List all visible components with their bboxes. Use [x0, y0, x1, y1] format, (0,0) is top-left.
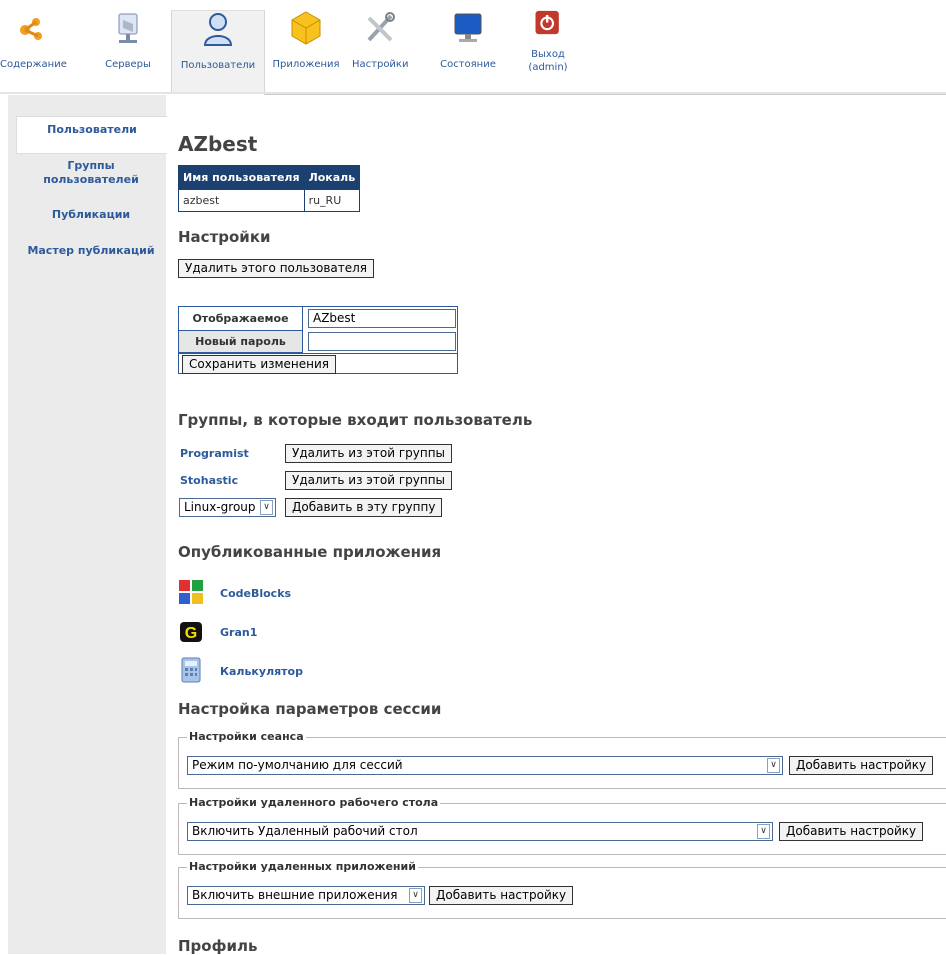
column-header-username: Имя пользователя [178, 165, 305, 190]
session-settings-heading: Настройка параметров сессии [178, 700, 442, 718]
remote-desktop-select[interactable]: Включить Удаленный рабочий стол ∨ [187, 822, 773, 841]
nav-settings[interactable]: Настройки [352, 10, 408, 92]
chevron-down-icon: ∨ [260, 500, 273, 515]
display-name-label: Отображаемое имя [179, 307, 303, 349]
user-settings-form: Отображаемое имя AZbest Новый пароль Сох… [178, 306, 458, 374]
sidebar-item-publications[interactable]: Публикации [16, 208, 166, 222]
logout-user: (admin) [528, 62, 568, 73]
remove-from-group-button[interactable]: Удалить из этой группы [285, 471, 453, 490]
gran-icon: G [180, 622, 202, 642]
nav-content[interactable]: Содержание [0, 10, 67, 92]
display-name-field[interactable]: AZbest [308, 309, 456, 328]
app-name: Калькулятор [220, 665, 303, 678]
form-divider [179, 353, 457, 354]
published-apps-heading: Опубликованные приложения [178, 543, 442, 561]
save-button[interactable]: Сохранить изменения [182, 355, 337, 374]
main-content: AZbest Имя пользователя Локаль azbest ru… [166, 95, 946, 955]
sidebar-item-users[interactable]: Пользователи [16, 116, 167, 154]
fieldset-legend: Настройки удаленного рабочего стола [187, 796, 441, 809]
nav-label: Приложения [272, 59, 340, 70]
remote-desktop-settings-group: Настройки удаленного рабочего стола Вклю… [178, 796, 946, 855]
codeblocks-icon [179, 580, 203, 604]
column-header-locale: Локаль [303, 165, 361, 190]
user-icon [203, 13, 233, 46]
settings-icon [367, 12, 395, 42]
logout-label: Выход [531, 49, 565, 60]
nav-label: Пользователи [180, 60, 256, 71]
group-select[interactable]: Linux-group ∨ [179, 498, 276, 517]
nav-users[interactable]: Пользователи [171, 10, 265, 93]
remote-apps-settings-group: Настройки удаленных приложений Включить … [178, 860, 946, 919]
group-link-programist[interactable]: Programist [180, 447, 249, 460]
select-value: Режим по-умолчанию для сессий [192, 758, 403, 772]
select-value: Включить внешние приложения [192, 888, 398, 902]
nav-status[interactable]: Состояние [436, 10, 500, 92]
sidebar-item-label: Группы [67, 159, 115, 172]
content-icon [20, 18, 42, 40]
new-password-field[interactable] [308, 332, 456, 351]
nav-applications[interactable]: Приложения [272, 10, 340, 92]
session-mode-select[interactable]: Режим по-умолчанию для сессий ∨ [187, 756, 783, 775]
sidebar-item-publication-wizard[interactable]: Мастер публикаций [16, 244, 166, 258]
session-settings-group: Настройки сеанса Режим по-умолчанию для … [178, 730, 946, 789]
nav-label: Настройки [352, 59, 409, 70]
nav-logout[interactable]: Выход (admin) [520, 10, 576, 92]
add-setting-button[interactable]: Добавить настройку [789, 756, 934, 775]
top-navigation: Содержание Серверы Пользователи Приложен… [0, 0, 946, 93]
remove-from-group-button[interactable]: Удалить из этой группы [285, 444, 453, 463]
nav-label: Состояние [440, 59, 496, 70]
new-password-label: Новый пароль [179, 331, 303, 353]
nav-servers[interactable]: Серверы [100, 10, 156, 92]
delete-user-button[interactable]: Удалить этого пользователя [178, 259, 375, 278]
chevron-down-icon: ∨ [409, 888, 422, 903]
svg-text:G: G [185, 625, 197, 642]
chevron-down-icon: ∨ [767, 758, 780, 773]
group-select-value: Linux-group [184, 500, 256, 514]
sidebar: Пользователи Группы пользователей Публик… [8, 95, 167, 954]
fieldset-legend: Настройки удаленных приложений [187, 860, 418, 873]
nav-label: Выход (admin) [520, 48, 576, 74]
applications-icon [291, 11, 321, 45]
groups-heading: Группы, в которые входит пользователь [178, 411, 533, 429]
nav-label: Содержание [0, 59, 67, 70]
page-title: AZbest [178, 132, 258, 156]
profile-heading: Профиль [178, 937, 258, 955]
table-row: azbest ru_RU [178, 189, 361, 212]
cell-locale: ru_RU [303, 189, 361, 212]
nav-label: Серверы [105, 59, 151, 70]
add-to-group-button[interactable]: Добавить в эту группу [285, 498, 443, 517]
calculator-icon [181, 657, 201, 683]
user-info-table: Имя пользователя Локаль azbest ru_RU [178, 165, 361, 212]
select-value: Включить Удаленный рабочий стол [192, 824, 418, 838]
sidebar-item-label: Пользователи [47, 123, 137, 136]
add-setting-button[interactable]: Добавить настройку [779, 822, 924, 841]
add-setting-button[interactable]: Добавить настройку [429, 886, 574, 905]
fieldset-legend: Настройки сеанса [187, 730, 306, 743]
cell-username: azbest [178, 189, 305, 212]
remote-apps-select[interactable]: Включить внешние приложения ∨ [187, 886, 425, 905]
group-link-stohastic[interactable]: Stohastic [180, 474, 238, 487]
app-name: Gran1 [220, 626, 258, 639]
app-name: CodeBlocks [220, 587, 292, 600]
server-icon [118, 13, 138, 43]
sidebar-item-user-groups[interactable]: Группы пользователей [16, 159, 166, 187]
power-icon [535, 10, 559, 35]
monitor-icon [454, 13, 482, 42]
sidebar-item-label: пользователей [43, 173, 139, 186]
settings-heading: Настройки [178, 228, 271, 246]
chevron-down-icon: ∨ [757, 824, 770, 839]
